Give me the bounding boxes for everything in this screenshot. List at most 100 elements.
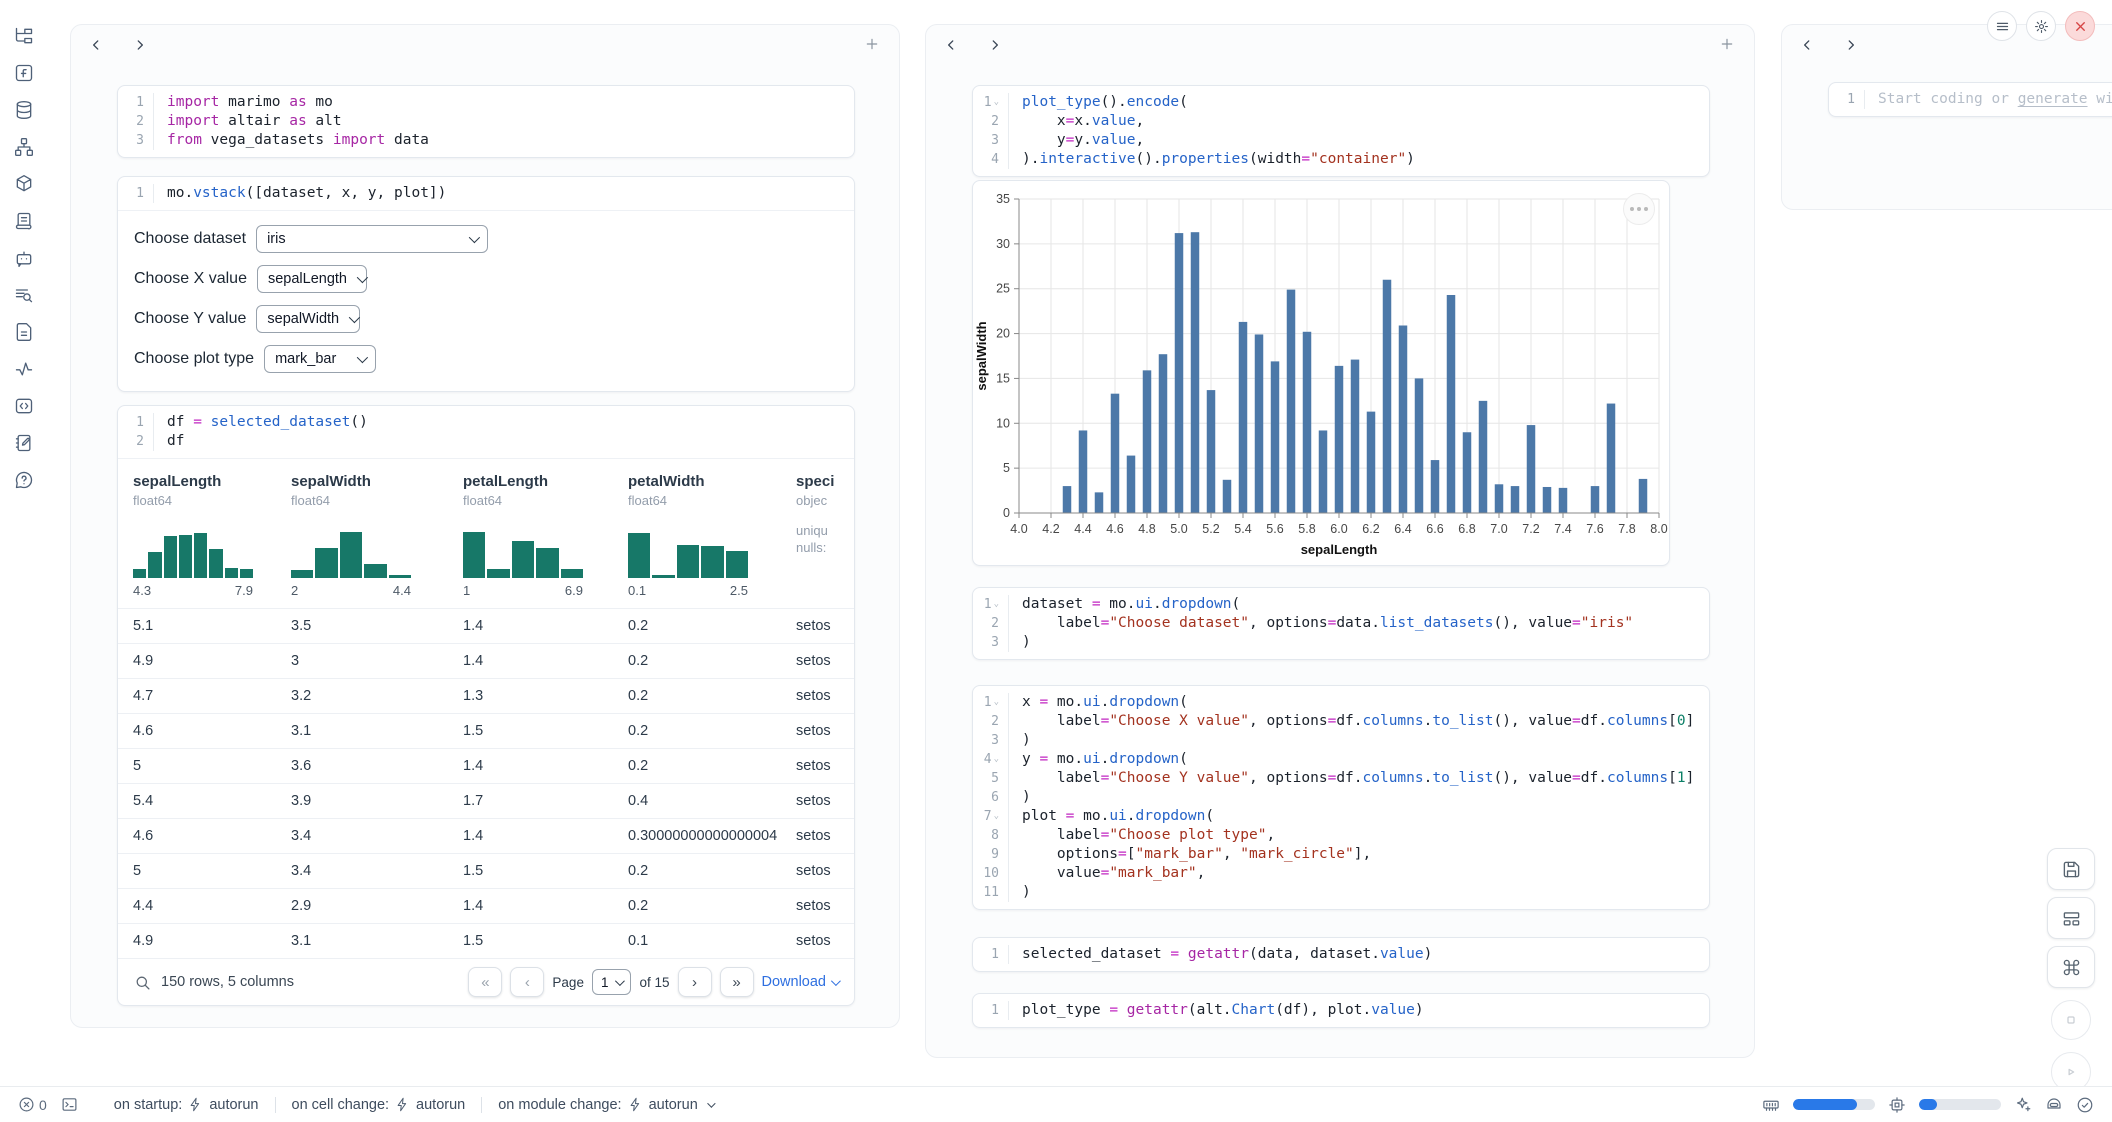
- code-line[interactable]: 3 y=y.value,: [973, 131, 1709, 150]
- code-line[interactable]: 2 label="Choose dataset", options=data.l…: [973, 614, 1709, 633]
- add-cell-button[interactable]: [863, 36, 881, 54]
- code-line[interactable]: 2df: [118, 432, 854, 451]
- cell-xy-plot-dropdowns[interactable]: 1x = mo.ui.dropdown(2 label="Choose X va…: [972, 685, 1710, 910]
- column-prev-button[interactable]: [944, 37, 960, 53]
- logs-scroll-icon[interactable]: [13, 210, 34, 231]
- cell-plot-encode[interactable]: 1plot_type().encode(2 x=x.value,3 y=y.va…: [972, 85, 1710, 177]
- editor-placeholder[interactable]: Start coding or generate with: [1865, 90, 2112, 109]
- assistant-bot-icon[interactable]: [2045, 1096, 2063, 1114]
- cell-vstack[interactable]: 1mo.vstack([dataset, x, y, plot]) Choose…: [117, 176, 855, 392]
- column-prev-button[interactable]: [1800, 37, 1816, 53]
- tracing-icon[interactable]: [13, 358, 34, 379]
- code-line[interactable]: 4).interactive().properties(width="conta…: [973, 150, 1709, 169]
- package-icon[interactable]: [13, 173, 34, 194]
- column-header-sepalWidth[interactable]: sepalWidthfloat6424.4: [291, 473, 463, 598]
- next-page-button[interactable]: ›: [678, 967, 712, 997]
- snippets-icon[interactable]: [13, 321, 34, 342]
- column-prev-button[interactable]: [89, 37, 105, 53]
- errors-button[interactable]: 0: [18, 1096, 47, 1113]
- notebook-icon[interactable]: [13, 432, 34, 453]
- code-line[interactable]: 4y = mo.ui.dropdown(: [973, 750, 1709, 769]
- code-line[interactable]: 1import marimo as mo: [118, 93, 854, 112]
- chart-menu-button[interactable]: [1623, 193, 1655, 225]
- page-select[interactable]: 1: [592, 969, 632, 995]
- cell-dataset-dropdown[interactable]: 1dataset = mo.ui.dropdown(2 label="Choos…: [972, 587, 1710, 660]
- column-header-petalWidth[interactable]: petalWidthfloat640.12.5: [628, 473, 796, 598]
- menu-button[interactable]: [1987, 11, 2017, 41]
- first-page-button[interactable]: «: [468, 967, 502, 997]
- code-line[interactable]: 1dataset = mo.ui.dropdown(: [973, 595, 1709, 614]
- dependency-graph-icon[interactable]: [13, 136, 34, 157]
- shutdown-button[interactable]: [2065, 11, 2095, 41]
- code-line[interactable]: 10 value="mark_bar",: [973, 864, 1709, 883]
- column-next-button[interactable]: [988, 37, 1004, 53]
- code-editor[interactable]: 1import marimo as mo2import altair as al…: [118, 86, 854, 157]
- code-line[interactable]: 1plot_type().encode(: [973, 93, 1709, 112]
- settings-button[interactable]: [2026, 11, 2056, 41]
- column-header-petalLength[interactable]: petalLengthfloat6416.9: [463, 473, 628, 598]
- doc-search-icon[interactable]: [13, 284, 34, 305]
- download-button[interactable]: Download: [762, 974, 839, 990]
- code-editor[interactable]: 1dataset = mo.ui.dropdown(2 label="Choos…: [973, 588, 1709, 659]
- code-line[interactable]: 6): [973, 788, 1709, 807]
- column-histogram[interactable]: [628, 520, 748, 578]
- search-icon[interactable]: [134, 974, 151, 991]
- y-value-select[interactable]: sepalWidth: [256, 305, 360, 333]
- cell-selected-dataset[interactable]: 1selected_dataset = getattr(data, datase…: [972, 937, 1710, 972]
- code-line[interactable]: 1df = selected_dataset(): [118, 413, 854, 432]
- runtime-setting[interactable]: on module change:autorun: [481, 1097, 729, 1113]
- code-editor[interactable]: 1selected_dataset = getattr(data, datase…: [973, 938, 1709, 971]
- chat-bot-icon[interactable]: [13, 247, 34, 268]
- dataset-select[interactable]: iris: [256, 225, 488, 253]
- function-square-icon[interactable]: [13, 62, 34, 83]
- runtime-setting[interactable]: on startup:autorun: [98, 1097, 275, 1113]
- cell-imports[interactable]: 1import marimo as mo2import altair as al…: [117, 85, 855, 158]
- help-icon[interactable]: [13, 469, 34, 490]
- runtime-setting[interactable]: on cell change:autorun: [275, 1097, 482, 1113]
- scratchpad-icon[interactable]: [13, 395, 34, 416]
- cell-df[interactable]: 1df = selected_dataset()2df sepalLengthf…: [117, 405, 855, 1006]
- connection-status-icon[interactable]: [2076, 1096, 2094, 1114]
- plot-type-select[interactable]: mark_bar: [264, 345, 376, 373]
- code-line[interactable]: 11): [973, 883, 1709, 902]
- code-line[interactable]: 5 label="Choose Y value", options=df.col…: [973, 769, 1709, 788]
- cell-new-empty[interactable]: 1 Start coding or generate with: [1828, 82, 2112, 117]
- code-line[interactable]: 1mo.vstack([dataset, x, y, plot]): [118, 184, 854, 203]
- code-editor[interactable]: 1plot_type().encode(2 x=x.value,3 y=y.va…: [973, 86, 1709, 176]
- file-tree-icon[interactable]: [13, 25, 34, 46]
- cell-plot-type[interactable]: 1plot_type = getattr(alt.Chart(df), plot…: [972, 993, 1710, 1028]
- database-icon[interactable]: [13, 99, 34, 120]
- save-button[interactable]: [2047, 848, 2095, 890]
- code-line[interactable]: 2import altair as alt: [118, 112, 854, 131]
- chart-output[interactable]: 4.04.24.44.64.85.05.25.45.65.86.06.26.46…: [972, 180, 1670, 566]
- code-line[interactable]: 1x = mo.ui.dropdown(: [973, 693, 1709, 712]
- column-next-button[interactable]: [1844, 37, 1860, 53]
- layout-button[interactable]: [2047, 897, 2095, 939]
- code-line[interactable]: 1selected_dataset = getattr(data, datase…: [973, 945, 1709, 964]
- prev-page-button[interactable]: ‹: [510, 967, 544, 997]
- code-line[interactable]: 3): [973, 731, 1709, 750]
- column-histogram[interactable]: [463, 520, 583, 578]
- stop-button[interactable]: [2051, 1000, 2091, 1040]
- add-cell-button[interactable]: [1718, 36, 1736, 54]
- column-header-sepalLength[interactable]: sepalLengthfloat644.37.9: [133, 473, 291, 598]
- code-editor[interactable]: 1plot_type = getattr(alt.Chart(df), plot…: [973, 994, 1709, 1027]
- column-histogram[interactable]: [291, 520, 411, 578]
- terminal-button[interactable]: [61, 1096, 78, 1113]
- code-line[interactable]: 3from vega_datasets import data: [118, 131, 854, 150]
- x-value-select[interactable]: sepalLength: [257, 265, 367, 293]
- code-editor[interactable]: 1x = mo.ui.dropdown(2 label="Choose X va…: [973, 686, 1709, 909]
- code-editor[interactable]: 1mo.vstack([dataset, x, y, plot]): [118, 177, 854, 210]
- code-editor[interactable]: 1df = selected_dataset()2df: [118, 406, 854, 458]
- code-line[interactable]: 2 label="Choose X value", options=df.col…: [973, 712, 1709, 731]
- column-next-button[interactable]: [133, 37, 149, 53]
- last-page-button[interactable]: »: [720, 967, 754, 997]
- keyboard-shortcuts-button[interactable]: [2047, 946, 2095, 988]
- code-line[interactable]: 1plot_type = getattr(alt.Chart(df), plot…: [973, 1001, 1709, 1020]
- code-line[interactable]: 7plot = mo.ui.dropdown(: [973, 807, 1709, 826]
- code-line[interactable]: 2 x=x.value,: [973, 112, 1709, 131]
- column-header-speci[interactable]: speciobjecuniqunulls:: [796, 473, 854, 598]
- ai-sparkle-icon[interactable]: [2014, 1096, 2032, 1114]
- column-histogram[interactable]: [133, 520, 253, 578]
- bar-chart[interactable]: 4.04.24.44.64.85.05.25.45.65.86.06.26.46…: [973, 181, 1669, 566]
